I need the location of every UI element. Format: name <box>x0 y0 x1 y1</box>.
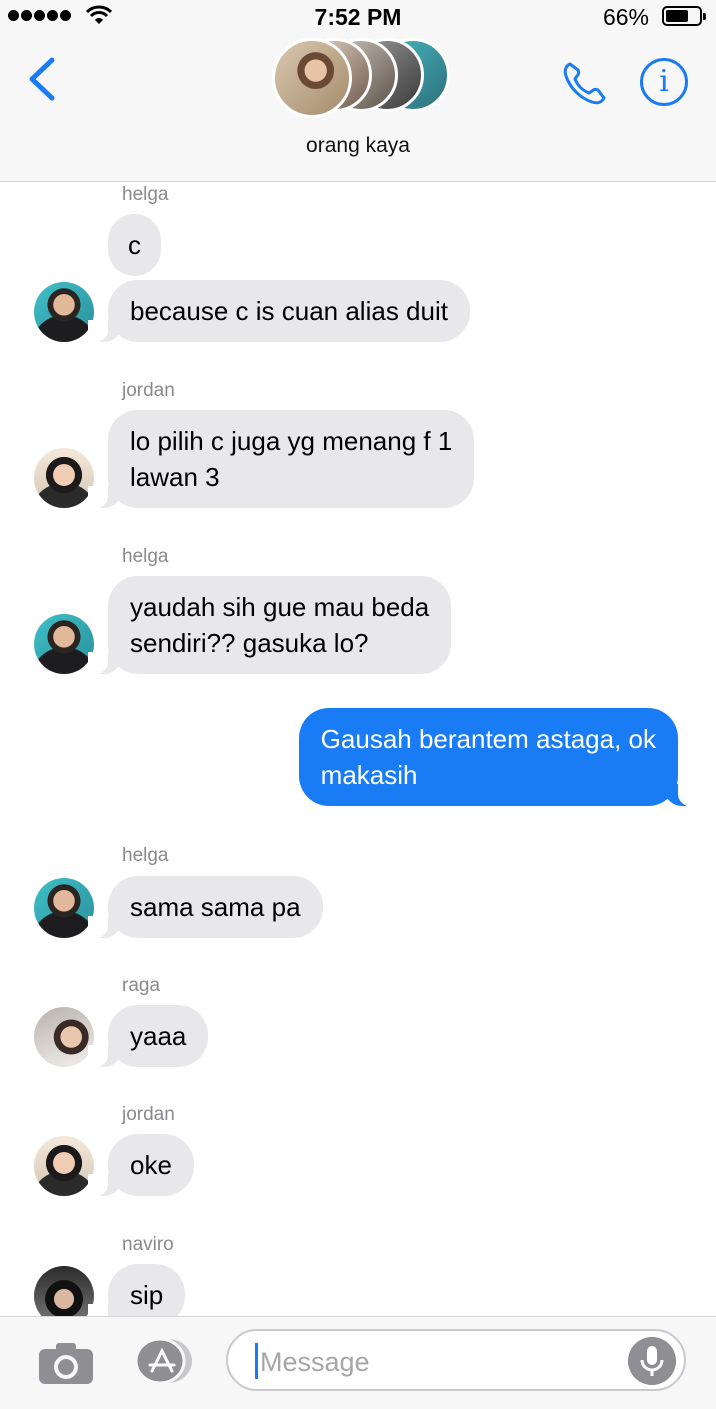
camera-icon[interactable] <box>38 1341 94 1385</box>
message-text: oke <box>130 1150 172 1180</box>
message-bubble[interactable]: oke <box>88 1134 194 1196</box>
battery-icon <box>662 6 706 26</box>
message-text: c <box>128 230 141 260</box>
status-bar: 7:52 PM 66% <box>0 0 716 34</box>
phone-icon[interactable] <box>560 58 610 108</box>
sender-name: helga <box>122 845 169 866</box>
message-text: yaudah sih gue mau beda <box>130 592 430 622</box>
group-avatar-stack[interactable] <box>272 38 452 118</box>
message-text: makasih <box>320 760 418 790</box>
chevron-left-icon[interactable] <box>24 54 60 104</box>
group-member-avatar <box>272 38 352 118</box>
avatar[interactable] <box>34 1007 94 1067</box>
message-bubble[interactable]: lo pilih c juga yg menang f 1 lawan 3 <box>87 410 475 508</box>
message-bubble[interactable]: sama sama pa <box>88 876 323 938</box>
message-text: yaaa <box>130 1021 187 1051</box>
battery-percentage: 66% <box>602 4 649 30</box>
info-icon[interactable]: i <box>640 58 688 106</box>
sender-name: naviro <box>122 1234 174 1255</box>
outgoing-message-bubble[interactable]: Gausah berantem astaga, ok makasih <box>298 708 699 806</box>
message-bubble[interactable]: because c is cuan alias duit <box>88 280 470 342</box>
sender-name: helga <box>122 546 169 567</box>
group-name[interactable]: orang kaya <box>0 134 716 158</box>
microphone-icon[interactable] <box>628 1337 676 1385</box>
message-text: sendiri?? gasuka lo? <box>130 628 369 658</box>
message-bubble[interactable]: yaudah sih gue mau beda sendiri?? gasuka… <box>87 576 452 674</box>
message-text: lawan 3 <box>130 462 220 492</box>
message-text: sama sama pa <box>130 892 301 922</box>
sender-name: jordan <box>122 380 175 401</box>
sender-name: jordan <box>122 1104 175 1125</box>
sender-name: helga <box>122 184 169 205</box>
message-input-container <box>226 1329 686 1391</box>
message-text: Gausah berantem astaga, ok <box>320 724 656 754</box>
avatar[interactable] <box>34 282 94 342</box>
sender-name: raga <box>122 975 161 996</box>
avatar[interactable] <box>34 448 94 508</box>
message-bubble[interactable]: c <box>108 214 161 276</box>
message-text: lo pilih c juga yg menang f 1 <box>130 426 453 456</box>
avatar[interactable] <box>34 878 94 938</box>
message-input[interactable] <box>258 1341 622 1383</box>
message-text: because c is cuan alias duit <box>130 296 448 326</box>
avatar[interactable] <box>34 1136 94 1196</box>
avatar[interactable] <box>34 614 94 674</box>
message-bubble[interactable]: yaaa <box>87 1005 209 1067</box>
app-store-icon[interactable] <box>130 1337 194 1385</box>
compose-bar <box>0 1316 716 1409</box>
message-text: sip <box>130 1280 164 1310</box>
